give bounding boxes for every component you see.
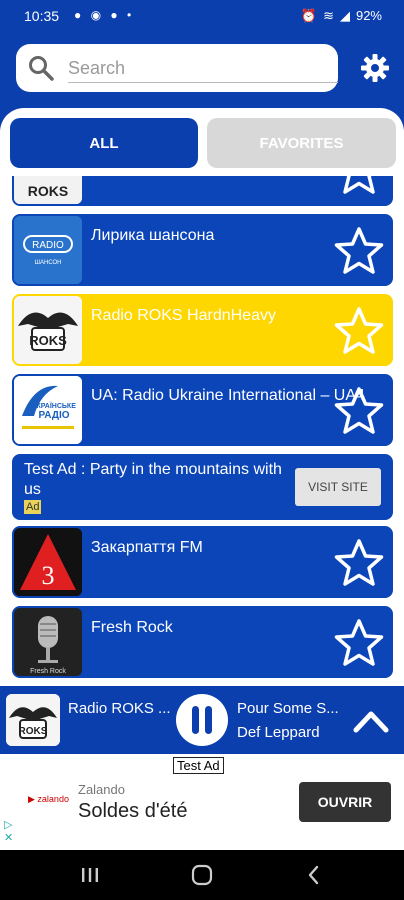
player-station-name: Radio ROKS ... — [68, 700, 171, 717]
signal-icon: ◢ — [339, 8, 350, 23]
station-name: Radio ROKS HardnHeavy — [91, 307, 276, 324]
pause-icon — [192, 706, 212, 734]
radio-roks-logo: ROKS — [6, 694, 60, 746]
svg-text:RADIO: RADIO — [32, 240, 64, 251]
list-item[interactable]: 3 Закарпаття FM — [12, 526, 393, 598]
gear-icon[interactable] — [360, 53, 390, 83]
svg-text:ROKS: ROKS — [19, 726, 48, 737]
song-artist: Def Leppard — [237, 724, 320, 741]
radio-chanson-logo: RADIO ШАНСОН — [14, 216, 82, 284]
adchoices-icon[interactable]: ▷ ✕ — [4, 818, 13, 844]
station-name: Fresh Rock — [91, 619, 173, 636]
visit-site-button[interactable]: VISIT SITE — [295, 468, 381, 506]
radio-roks-logo: ROKS — [14, 176, 82, 204]
banner-ad[interactable]: Test Ad ▶ zalando Zalando Soldes d'été O… — [0, 754, 404, 850]
test-ad-label: Test Ad — [173, 757, 224, 774]
tab-all[interactable]: ALL — [10, 118, 198, 168]
svg-text:Fresh Rock: Fresh Rock — [30, 668, 66, 675]
notification-icons: ● ◉ ● • — [74, 8, 135, 22]
search-underline — [68, 82, 338, 83]
svg-text:ROKS: ROKS — [28, 183, 68, 199]
status-time: 10:35 — [24, 8, 60, 24]
ad-headline: Soldes d'été — [78, 800, 188, 822]
zalando-small-logo: ▶ zalando — [28, 794, 69, 804]
star-icon[interactable] — [334, 226, 384, 276]
system-icons: ⏰ ≋ ◢ 92% — [301, 8, 382, 24]
svg-text:РАДІО: РАДІО — [38, 410, 69, 421]
radio-roks-logo: ROKS — [14, 296, 82, 364]
svg-text:3: 3 — [42, 561, 55, 590]
song-title: Pour Some S... — [237, 700, 339, 717]
svg-text:УКРАЇНСЬКЕ: УКРАЇНСЬКЕ — [32, 402, 76, 410]
star-icon[interactable] — [334, 306, 384, 356]
open-button[interactable]: OUVRIR — [299, 782, 391, 822]
list-item-selected[interactable]: ROKS Radio ROKS HardnHeavy — [12, 294, 393, 366]
home-icon[interactable] — [190, 863, 214, 887]
list-item[interactable]: Fresh Rock Fresh Rock — [12, 606, 393, 678]
chevron-up-icon[interactable] — [352, 706, 390, 736]
list-item[interactable]: RADIO ШАНСОН Лирика шансона — [12, 214, 393, 286]
star-icon[interactable] — [334, 538, 384, 588]
svg-text:ROKS: ROKS — [29, 333, 67, 348]
battery-level: 92% — [355, 8, 382, 23]
system-navigation-bar — [0, 850, 404, 900]
station-name: Лирика шансона — [91, 227, 215, 244]
now-playing-bar[interactable]: ROKS Radio ROKS ... Pour Some S... Def L… — [0, 686, 404, 754]
zakarpattia-fm-logo: 3 — [14, 528, 82, 596]
list-item[interactable]: ROKS — [12, 176, 393, 206]
recent-apps-icon[interactable] — [78, 863, 102, 887]
list-item[interactable]: УКРАЇНСЬКЕ РАДІО UA: Radio Ukraine Inter… — [12, 374, 393, 446]
back-icon[interactable] — [302, 863, 326, 887]
station-list[interactable]: ROKS RADIO ШАНСОН Лирика шансона ROKS Ra — [0, 176, 404, 686]
star-icon[interactable] — [334, 618, 384, 668]
svg-text:ШАНСОН: ШАНСОН — [34, 260, 61, 266]
search-bar[interactable] — [16, 44, 338, 92]
star-icon[interactable] — [334, 386, 384, 436]
search-icon — [29, 56, 54, 81]
native-ad[interactable]: Test Ad : Party in the mountains with us… — [12, 454, 393, 520]
ad-title: Test Ad : Party in the mountains with us — [24, 461, 282, 498]
wifi-icon: ≋ — [323, 8, 334, 23]
status-bar: 10:35 ● ◉ ● • ⏰ ≋ ◢ 92% — [0, 0, 404, 32]
search-input[interactable] — [68, 54, 324, 82]
ad-brand: Zalando — [78, 782, 125, 797]
alarm-icon: ⏰ — [300, 8, 318, 23]
tab-favorites[interactable]: FAVORITES — [207, 118, 396, 168]
tab-bar: ALL FAVORITES — [0, 108, 404, 180]
pause-button[interactable] — [176, 694, 228, 746]
station-name: Закарпаття FM — [91, 539, 203, 556]
star-icon[interactable] — [334, 176, 384, 196]
station-name: UA: Radio Ukraine International – UA4 — [91, 387, 365, 404]
ukrainian-radio-logo: УКРАЇНСЬКЕ РАДІО — [14, 376, 82, 444]
ad-badge: Ad — [24, 500, 42, 514]
fresh-rock-logo: Fresh Rock — [14, 608, 82, 676]
